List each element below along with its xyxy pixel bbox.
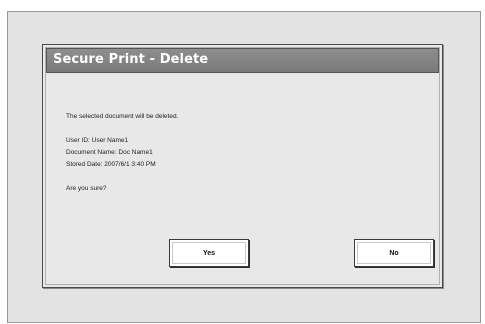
confirm-question: Are you sure? <box>66 185 107 192</box>
delete-message: The selected document will be deleted. <box>66 113 179 120</box>
dialog-title: Secure Print - Delete <box>53 52 209 67</box>
yes-button-label: Yes <box>202 249 216 257</box>
no-button-label: No <box>389 249 399 257</box>
secure-print-delete-dialog: Secure Print - Delete The selected docum… <box>42 44 443 288</box>
user-id-text: User ID: User Name1 <box>66 137 129 144</box>
dialog-title-bar: Secure Print - Delete <box>46 48 439 73</box>
stored-date-text: Stored Date: 2007/6/1 3:40 PM <box>66 161 156 168</box>
no-button[interactable]: No <box>354 239 434 267</box>
document-name-text: Document Name: Doc Name1 <box>66 149 153 156</box>
yes-button[interactable]: Yes <box>169 239 249 267</box>
